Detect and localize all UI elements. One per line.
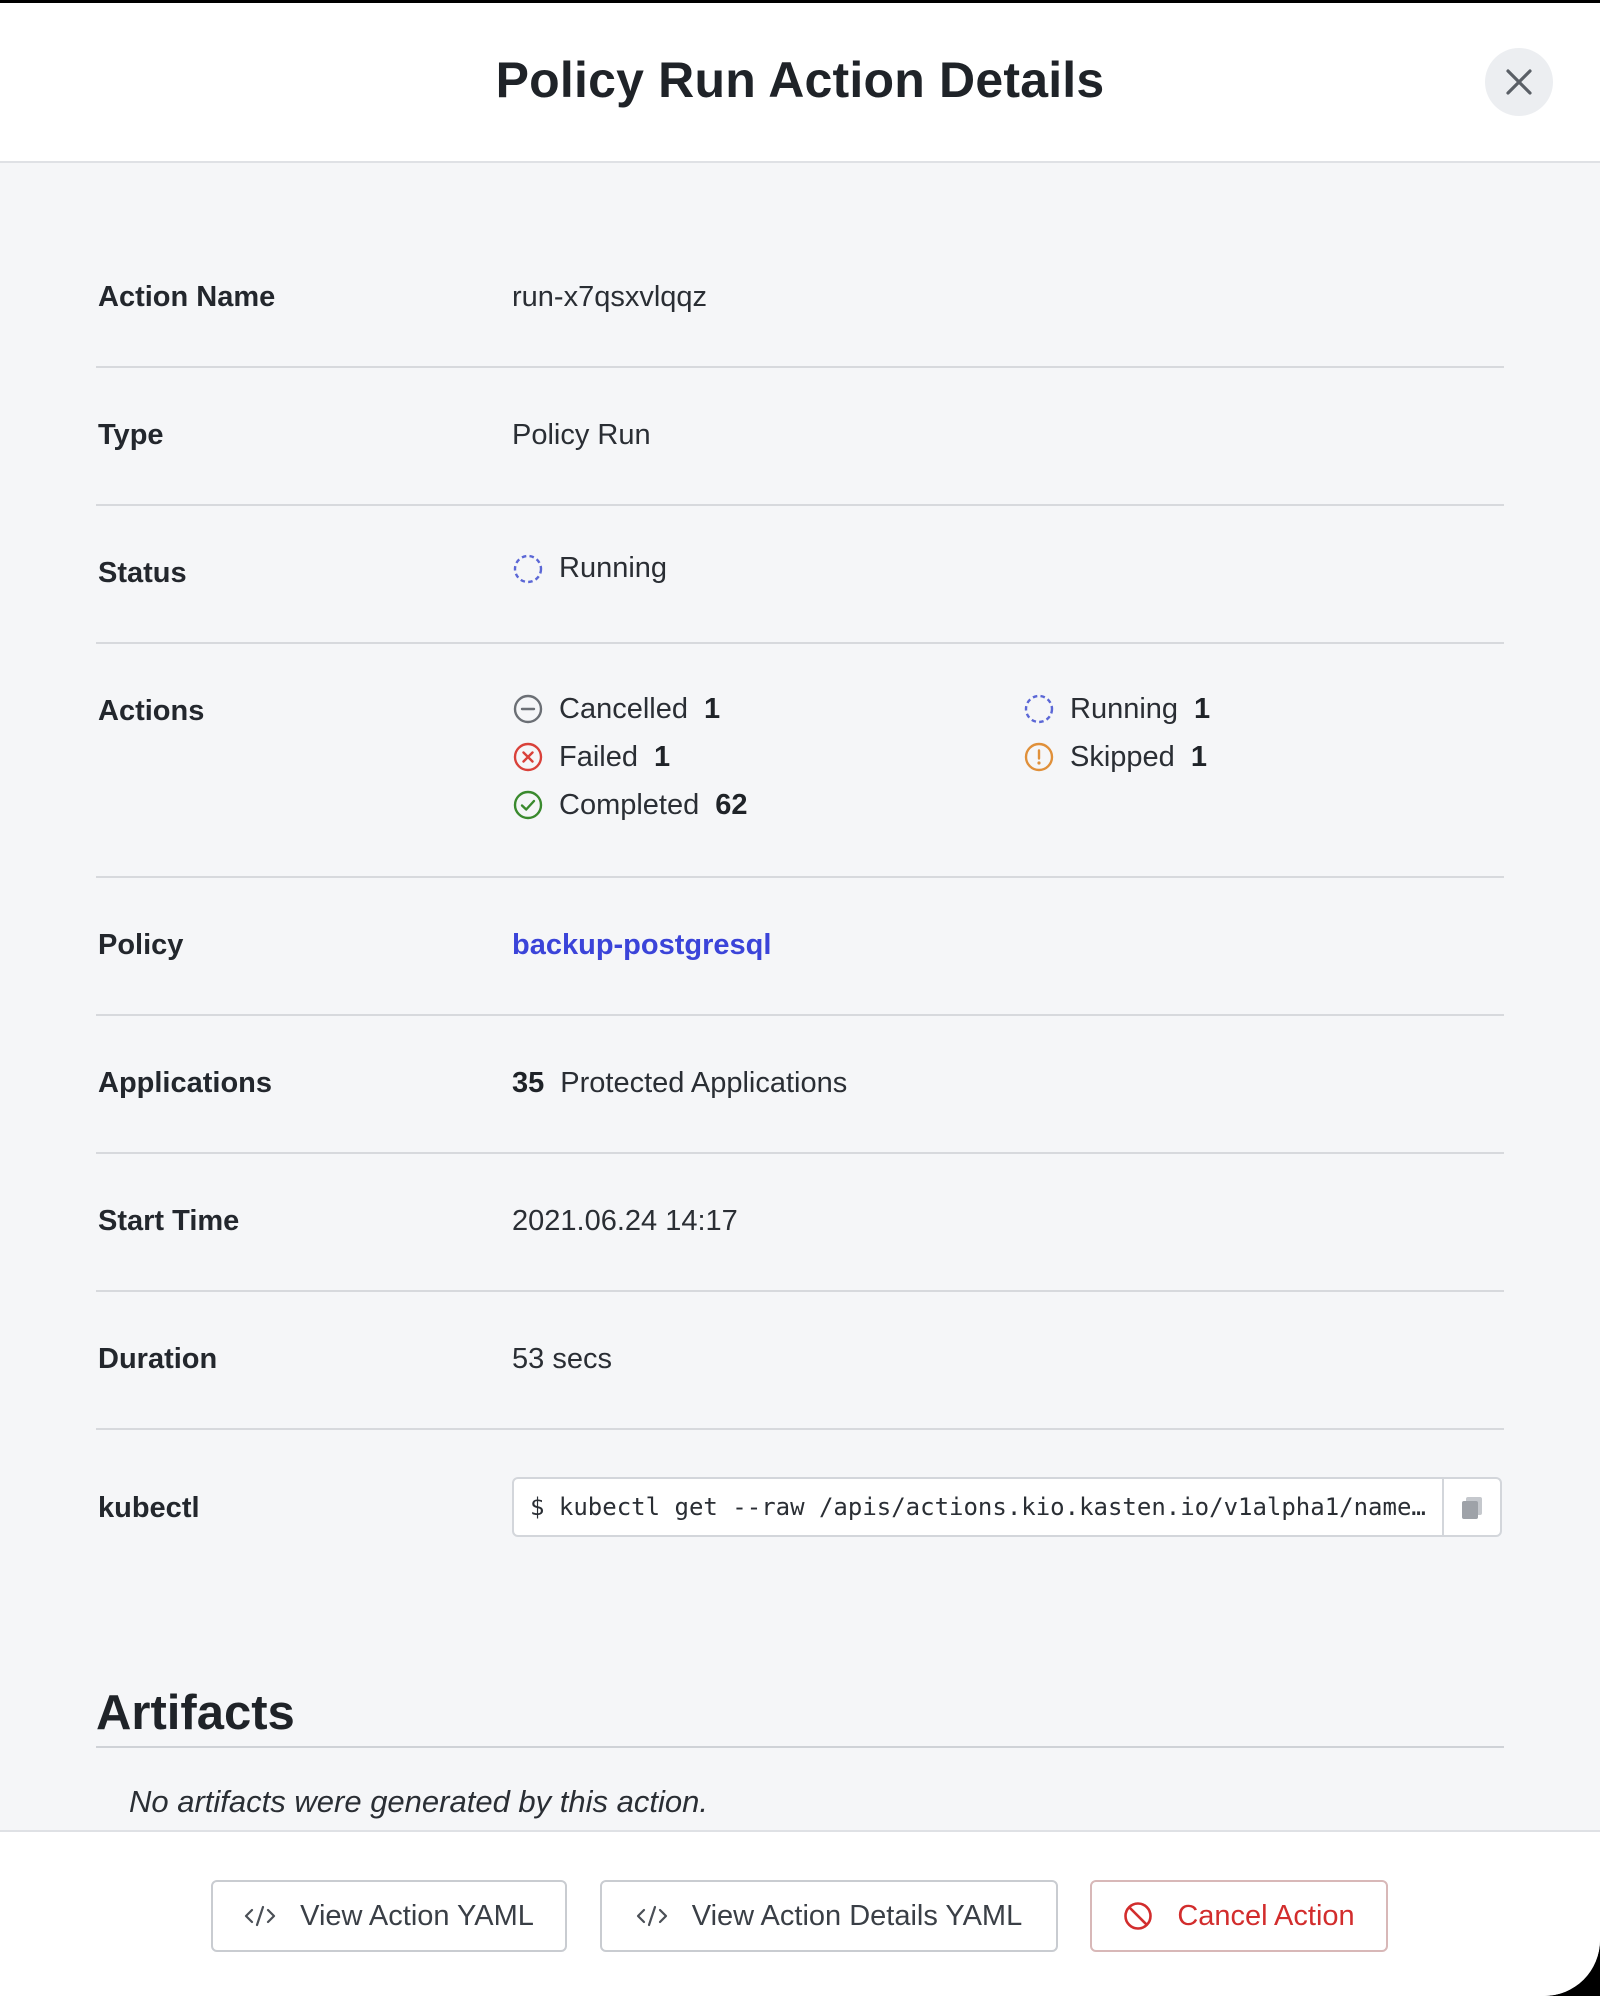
cancelled-icon [513, 694, 543, 724]
action-count-cancelled: Cancelled 1 [512, 689, 720, 729]
running-icon [1024, 694, 1054, 724]
row-label: Applications [98, 1067, 273, 1099]
action-label: Failed [559, 740, 638, 773]
cancel-icon [1124, 1902, 1153, 1930]
kubectl-command-field[interactable]: $ kubectl get --raw /apis/actions.kio.ka… [512, 1477, 1502, 1537]
action-label: Completed [559, 788, 700, 821]
applications-text: Protected Applications [560, 1067, 848, 1099]
row-label: Duration [98, 1343, 218, 1375]
modal-footer: View Action YAML View Action Details YAM… [0, 1830, 1600, 1996]
close-icon [1506, 69, 1532, 95]
artifacts-divider [96, 1746, 1504, 1748]
code-icon [636, 1905, 667, 1927]
status-text: Running [559, 552, 668, 584]
cancel-action-button[interactable]: Cancel Action [1090, 1880, 1388, 1952]
action-count-skipped: Skipped 1 [1023, 737, 1207, 777]
view-action-details-yaml-button[interactable]: View Action Details YAML [600, 1880, 1058, 1952]
row-status: Status Running [96, 506, 1504, 644]
artifacts-empty-message: No artifacts were generated by this acti… [129, 1784, 708, 1819]
action-name-value: run-x7qsxvlqqz [512, 281, 708, 313]
type-value: Policy Run [512, 419, 651, 451]
applications-count: 35 [512, 1067, 545, 1099]
row-start-time: Start Time 2021.06.24 14:17 [96, 1154, 1504, 1292]
skipped-icon [1024, 742, 1054, 772]
action-count-failed: Failed 1 [512, 737, 670, 777]
duration-value: 53 secs [512, 1343, 612, 1375]
modal-header: Policy Run Action Details [0, 3, 1600, 163]
action-details-modal: Policy Run Action Details Action Name ru… [0, 3, 1600, 1996]
action-count: 1 [654, 740, 671, 773]
copy-button[interactable] [1442, 1479, 1500, 1535]
row-action-name: Action Name run-x7qsxvlqqz [96, 165, 1504, 368]
button-label: View Action YAML [300, 1899, 534, 1932]
failed-icon [513, 742, 543, 772]
code-icon [245, 1905, 276, 1927]
button-label: Cancel Action [1177, 1899, 1355, 1932]
action-count: 1 [1190, 740, 1207, 773]
row-label: Status [98, 557, 187, 589]
row-policy: Policy backup-postgresql [96, 878, 1504, 1016]
modal-title: Policy Run Action Details [495, 52, 1105, 108]
row-label: Start Time [98, 1205, 240, 1237]
action-count-completed: Completed 62 [512, 785, 748, 825]
close-button[interactable] [1485, 48, 1553, 116]
applications-value: 35 Protected Applications [512, 1067, 847, 1100]
artifacts-heading: Artifacts [96, 1686, 295, 1740]
button-label: View Action Details YAML [691, 1899, 1023, 1932]
row-type: Type Policy Run [96, 368, 1504, 506]
action-label: Skipped [1070, 740, 1175, 773]
row-label: Type [98, 419, 164, 451]
row-label: Policy [98, 929, 184, 961]
view-action-yaml-button[interactable]: View Action YAML [211, 1880, 567, 1952]
action-label: Running [1070, 692, 1179, 725]
completed-icon [513, 790, 543, 820]
row-applications: Applications 35 Protected Applications [96, 1016, 1504, 1154]
action-count-running: Running 1 [1023, 689, 1210, 729]
action-count: 1 [1194, 692, 1211, 725]
policy-value: backup-postgresql [512, 929, 771, 962]
row-label: Action Name [98, 281, 276, 313]
policy-link[interactable]: backup-postgresql [512, 929, 771, 962]
row-label: Actions [98, 695, 205, 727]
action-label: Cancelled [559, 692, 688, 725]
action-count: 62 [715, 788, 748, 821]
copy-icon [1462, 1497, 1482, 1519]
running-icon [513, 554, 543, 583]
action-count: 1 [703, 692, 721, 725]
row-label: kubectl [98, 1492, 200, 1524]
start-time-value: 2021.06.24 14:17 [512, 1205, 738, 1237]
row-actions: Actions Cancelled 1 Failed 1 Completed 6… [96, 644, 1504, 878]
row-duration: Duration 53 secs [96, 1292, 1504, 1430]
kubectl-command-text[interactable]: $ kubectl get --raw /apis/actions.kio.ka… [514, 1493, 1442, 1521]
status-value: Running [512, 552, 667, 585]
